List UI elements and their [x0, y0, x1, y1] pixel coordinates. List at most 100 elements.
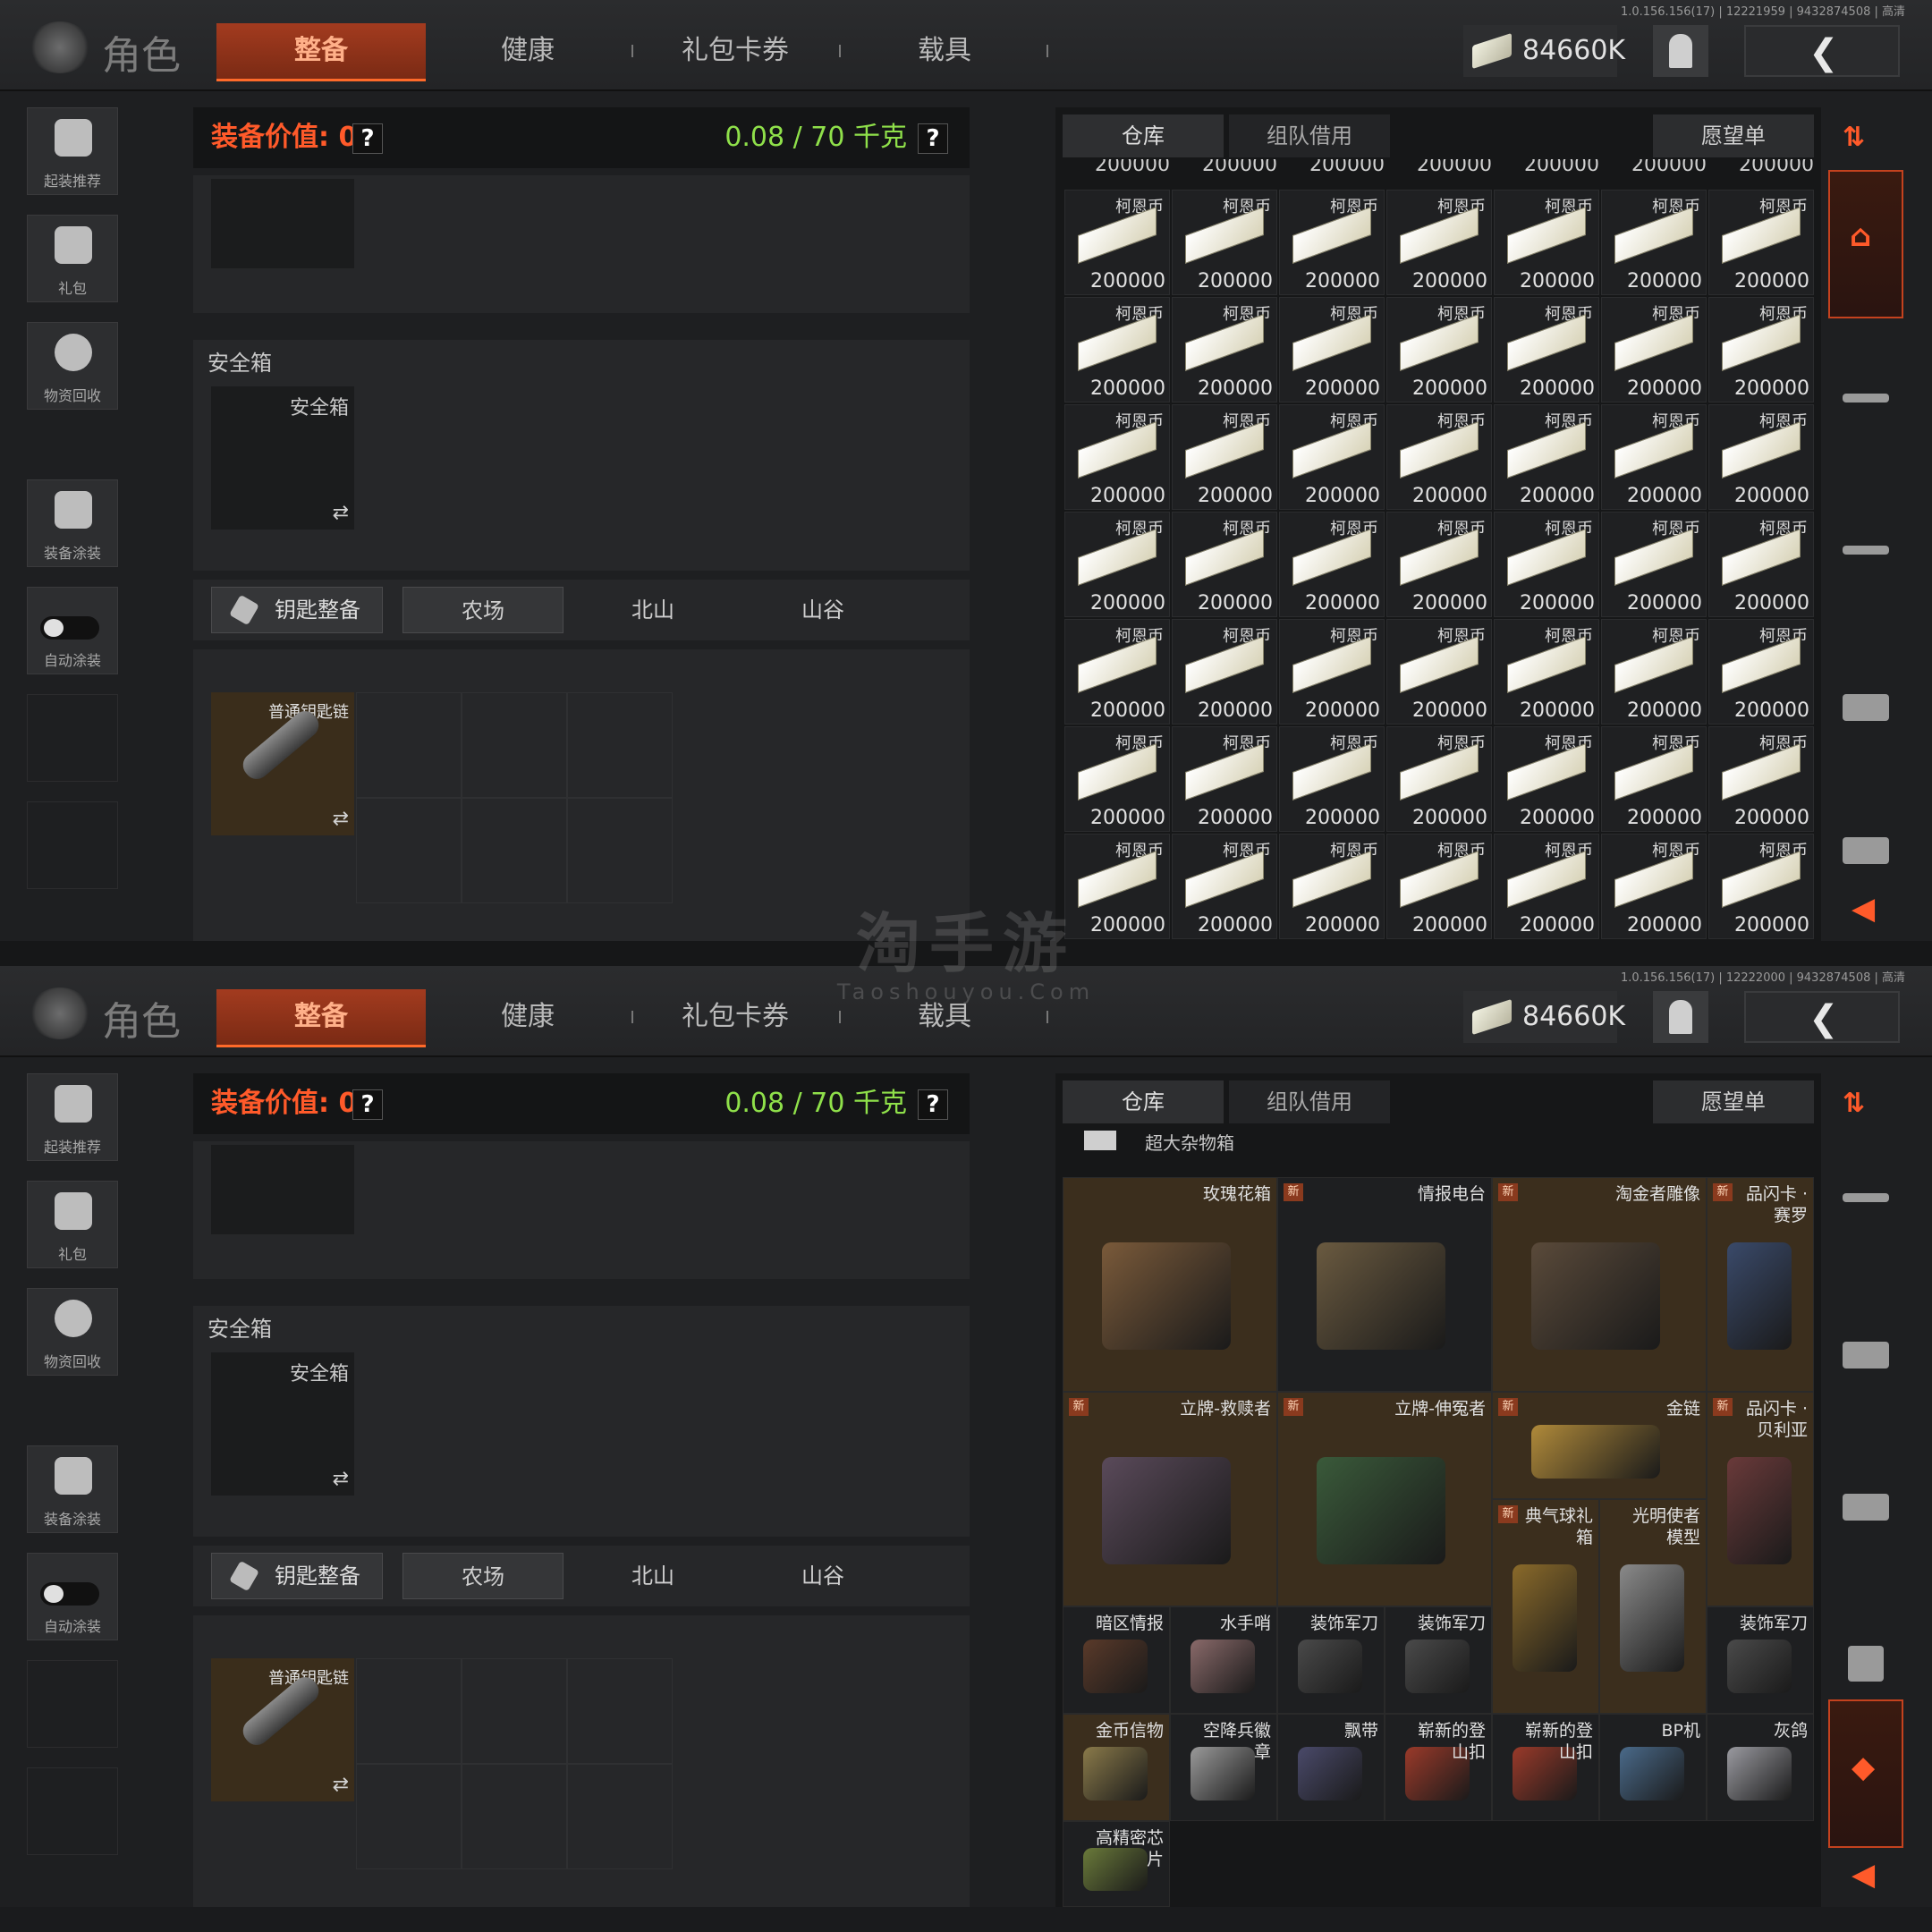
rail-container[interactable]	[1828, 1288, 1903, 1431]
sort-icon[interactable]: ⇅	[1843, 1088, 1885, 1119]
stash-item[interactable]: 新典气球礼箱	[1492, 1499, 1599, 1714]
sidebar-loadout-recommend[interactable]: 起装推荐	[27, 107, 118, 195]
tab-vehicle[interactable]: 载具	[855, 23, 1034, 79]
stash-cash-item[interactable]: 柯恩币 200000	[1601, 404, 1707, 510]
stash-item[interactable]: 新 情报电台	[1277, 1177, 1492, 1392]
stash-item[interactable]: 新 立牌-伸冤者	[1277, 1392, 1492, 1606]
sidebar-recycle[interactable]: 物资回收	[27, 322, 118, 410]
stash-item[interactable]: 装饰军刀	[1707, 1606, 1814, 1714]
rail-container[interactable]	[1828, 640, 1903, 784]
swap-icon[interactable]: ⇄	[333, 502, 349, 524]
key-slot[interactable]	[462, 692, 567, 798]
collapse-left-icon[interactable]: ◀	[1852, 1857, 1875, 1893]
stash-cash-item[interactable]: 柯恩币 200000	[1386, 726, 1492, 832]
stash-cash-item[interactable]: 柯恩币 200000	[1601, 619, 1707, 724]
stash-cash-item[interactable]: 柯恩币 200000	[1064, 190, 1170, 295]
rail-rifle[interactable]	[1828, 336, 1903, 479]
stash-cash-item[interactable]: 柯恩币 200000	[1708, 619, 1814, 724]
rail-home[interactable]: ⌂	[1828, 170, 1903, 318]
rail-container-2[interactable]	[1828, 1440, 1903, 1583]
key-slot[interactable]	[567, 1764, 673, 1869]
stash-item[interactable]: 水手哨	[1170, 1606, 1277, 1714]
map-tab-valley[interactable]: 山谷	[742, 1553, 903, 1599]
stash-cash-item[interactable]: 柯恩币 200000	[1708, 297, 1814, 402]
key-slot[interactable]	[462, 798, 567, 903]
stash-item[interactable]: 新品闪卡 · 贝利亚	[1707, 1392, 1814, 1606]
key-loadout-button[interactable]: 钥匙整备	[211, 587, 383, 633]
collapse-left-icon[interactable]: ◀	[1852, 891, 1875, 927]
safe-box-slot[interactable]: 安全箱 ⇄	[211, 1352, 354, 1496]
key-slot[interactable]	[567, 692, 673, 798]
stash-item[interactable]: 新品闪卡 · 赛罗	[1707, 1177, 1814, 1392]
stash-cash-item[interactable]: 柯恩币 200000	[1494, 404, 1599, 510]
tab-team-borrow[interactable]: 组队借用	[1229, 114, 1390, 157]
stash-cash-item[interactable]: 柯恩币 200000	[1494, 619, 1599, 724]
map-tab-farm[interactable]: 农场	[402, 1553, 564, 1599]
stash-cash-item[interactable]: 柯恩币 200000	[1172, 297, 1277, 402]
help-icon[interactable]: ?	[352, 1089, 383, 1120]
help-icon[interactable]: ?	[918, 123, 948, 154]
stash-item[interactable]: 光明使者模型	[1599, 1499, 1707, 1714]
map-tab-north-mountain[interactable]: 北山	[572, 1553, 733, 1599]
key-slot[interactable]	[462, 1658, 567, 1764]
key-slot[interactable]	[356, 692, 462, 798]
stash-cash-item[interactable]: 柯恩币 200000	[1064, 512, 1170, 617]
currency-display[interactable]: 84660K	[1463, 25, 1625, 77]
stash-item[interactable]: 空降兵徽章	[1170, 1714, 1277, 1821]
tab-stash[interactable]: 仓库	[1063, 1080, 1224, 1123]
stash-cash-item[interactable]: 柯恩币 200000	[1172, 834, 1277, 939]
auto-skin-toggle[interactable]	[40, 616, 99, 640]
profile-button[interactable]	[1653, 25, 1708, 77]
stash-cash-item[interactable]: 柯恩币 200000	[1601, 726, 1707, 832]
rail-rifle[interactable]	[1828, 1136, 1903, 1279]
rail-collectibles[interactable]: ◆	[1828, 1699, 1903, 1848]
stash-cash-item[interactable]: 柯恩币 200000	[1064, 619, 1170, 724]
tab-equip[interactable]: 整备	[216, 989, 426, 1047]
key-slot[interactable]	[356, 1658, 462, 1764]
key-slot[interactable]	[567, 1658, 673, 1764]
stash-cash-item[interactable]: 柯恩币 200000	[1386, 619, 1492, 724]
sidebar-skin[interactable]: 装备涂装	[27, 1445, 118, 1533]
stash-cash-item[interactable]: 柯恩币 200000	[1386, 190, 1492, 295]
sidebar-gift[interactable]: 礼包	[27, 215, 118, 302]
stash-item[interactable]: 装饰军刀	[1385, 1606, 1492, 1714]
stash-cash-item[interactable]: 柯恩币 200000	[1279, 190, 1385, 295]
help-icon[interactable]: ?	[352, 123, 383, 154]
map-tab-valley[interactable]: 山谷	[742, 587, 903, 633]
sort-icon[interactable]: ⇅	[1843, 122, 1885, 153]
stash-cash-item[interactable]: 柯恩币 200000	[1494, 512, 1599, 617]
stash-cash-item[interactable]: 柯恩币 200000	[1172, 619, 1277, 724]
key-chain-item[interactable]: 普通钥匙链 ⇄	[211, 1658, 354, 1801]
back-button[interactable]: ❮	[1744, 991, 1900, 1043]
tab-gift-cards[interactable]: 礼包卡券	[646, 23, 825, 79]
stash-cash-item[interactable]: 柯恩币 200000	[1386, 834, 1492, 939]
tab-vehicle[interactable]: 载具	[855, 989, 1034, 1045]
help-icon[interactable]: ?	[918, 1089, 948, 1120]
stash-cash-item[interactable]: 柯恩币 200000	[1172, 726, 1277, 832]
stash-cash-item[interactable]: 柯恩币 200000	[1279, 726, 1385, 832]
profile-button[interactable]	[1653, 991, 1708, 1043]
stash-cash-item[interactable]: 柯恩币 200000	[1172, 190, 1277, 295]
tab-equip[interactable]: 整备	[216, 23, 426, 81]
key-slot[interactable]	[356, 798, 462, 903]
stash-cash-item[interactable]: 柯恩币 200000	[1708, 726, 1814, 832]
stash-item[interactable]: BP机	[1599, 1714, 1707, 1821]
stash-item[interactable]: 暗区情报	[1063, 1606, 1170, 1714]
key-slot[interactable]	[567, 798, 673, 903]
rail-container-2[interactable]	[1828, 787, 1903, 864]
stash-cash-item[interactable]: 柯恩币 200000	[1708, 834, 1814, 939]
stash-item[interactable]: 崭新的登山扣	[1385, 1714, 1492, 1821]
stash-cash-item[interactable]: 柯恩币 200000	[1601, 297, 1707, 402]
tab-stash[interactable]: 仓库	[1063, 114, 1224, 157]
sidebar-skin[interactable]: 装备涂装	[27, 479, 118, 567]
sidebar-auto-skin[interactable]: 自动涂装	[27, 587, 118, 674]
stash-item[interactable]: 灰鸽	[1707, 1714, 1814, 1821]
stash-cash-item[interactable]: 柯恩币 200000	[1601, 512, 1707, 617]
sidebar-loadout-recommend[interactable]: 起装推荐	[27, 1073, 118, 1161]
safe-box-slot[interactable]: 安全箱 ⇄	[211, 386, 354, 530]
stash-cash-item[interactable]: 柯恩币 200000	[1064, 726, 1170, 832]
auto-skin-toggle[interactable]	[40, 1582, 99, 1606]
key-loadout-button[interactable]: 钥匙整备	[211, 1553, 383, 1599]
stash-cash-item[interactable]: 柯恩币 200000	[1279, 512, 1385, 617]
stash-item[interactable]: 玫瑰花箱	[1063, 1177, 1277, 1392]
